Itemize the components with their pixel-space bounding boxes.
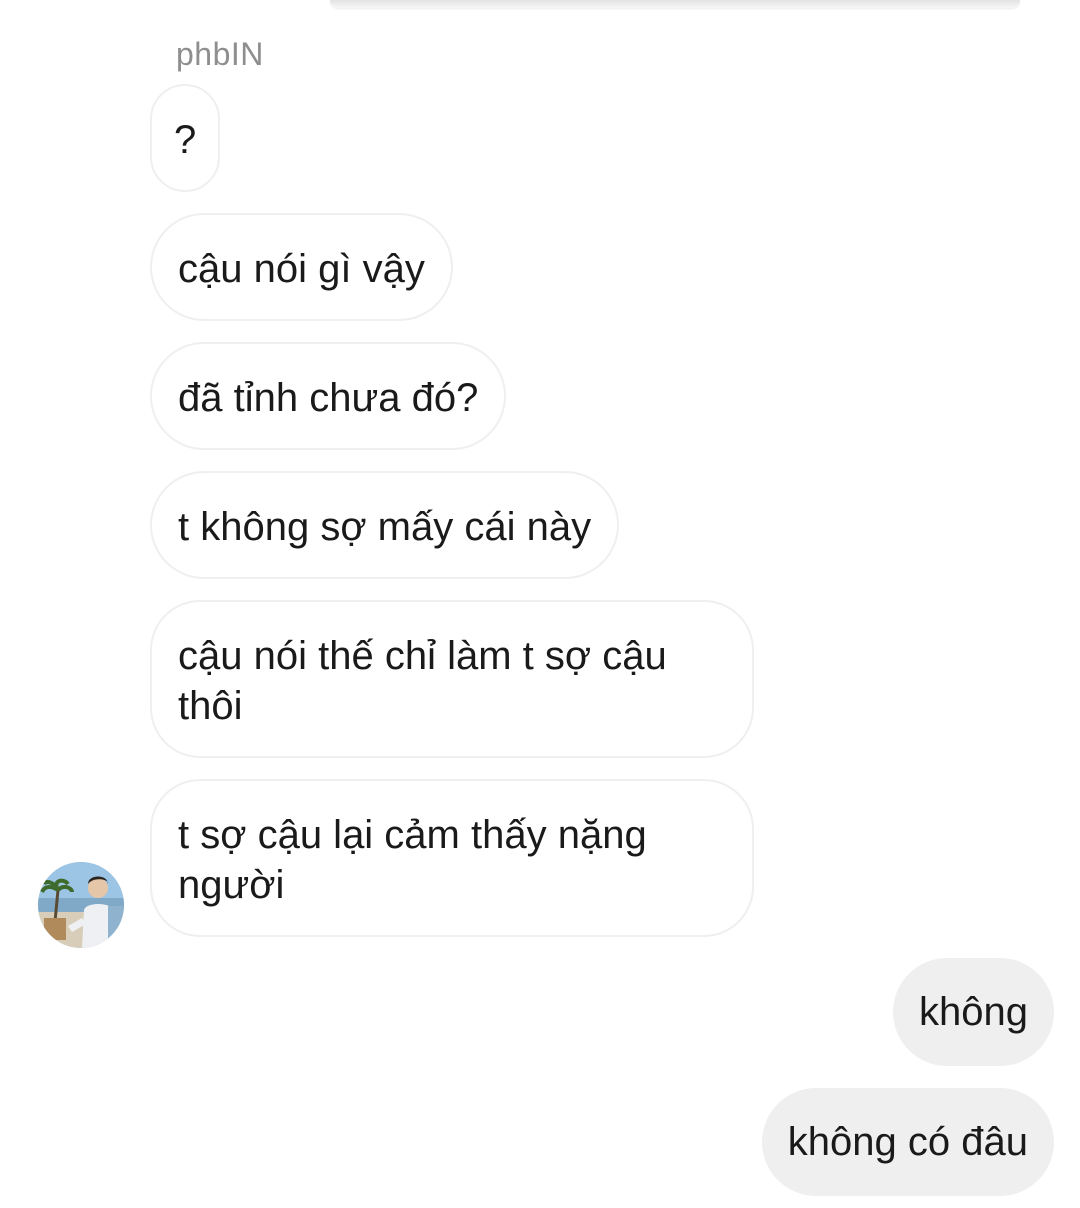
- message-text: không: [919, 990, 1028, 1034]
- incoming-message-bubble[interactable]: t không sợ mấy cái này: [150, 471, 620, 579]
- message-text: cậu nói thế chỉ làm t sợ cậu thôi: [178, 634, 667, 728]
- chat-thread: phbIN ? cậu nói gì vậy đã tỉnh chưa đó? …: [0, 0, 1080, 1208]
- sender-avatar[interactable]: [38, 862, 124, 948]
- message-text: t không sợ mấy cái này: [178, 505, 592, 549]
- avatar-photo-icon: [38, 862, 124, 948]
- incoming-message-bubble[interactable]: cậu nói gì vậy: [150, 213, 453, 321]
- message-text: không có đâu: [787, 1120, 1028, 1164]
- message-text: t sợ cậu lại cảm thấy nặng người: [178, 813, 647, 907]
- sender-name: phbIN: [176, 36, 264, 72]
- incoming-message-bubble[interactable]: cậu nói thế chỉ làm t sợ cậu thôi: [150, 600, 754, 758]
- outgoing-message-bubble[interactable]: không có đâu: [761, 1088, 1054, 1196]
- message-text: đã tỉnh chưa đó?: [178, 376, 479, 420]
- top-bar-edge: [330, 0, 1020, 8]
- incoming-message-bubble[interactable]: t sợ cậu lại cảm thấy nặng người: [150, 779, 754, 937]
- incoming-message-bubble[interactable]: ?: [150, 84, 220, 192]
- message-text: cậu nói gì vậy: [178, 247, 425, 291]
- outgoing-message-bubble[interactable]: không: [893, 958, 1054, 1066]
- incoming-message-bubble[interactable]: đã tỉnh chưa đó?: [150, 342, 507, 450]
- message-text: ?: [174, 118, 197, 162]
